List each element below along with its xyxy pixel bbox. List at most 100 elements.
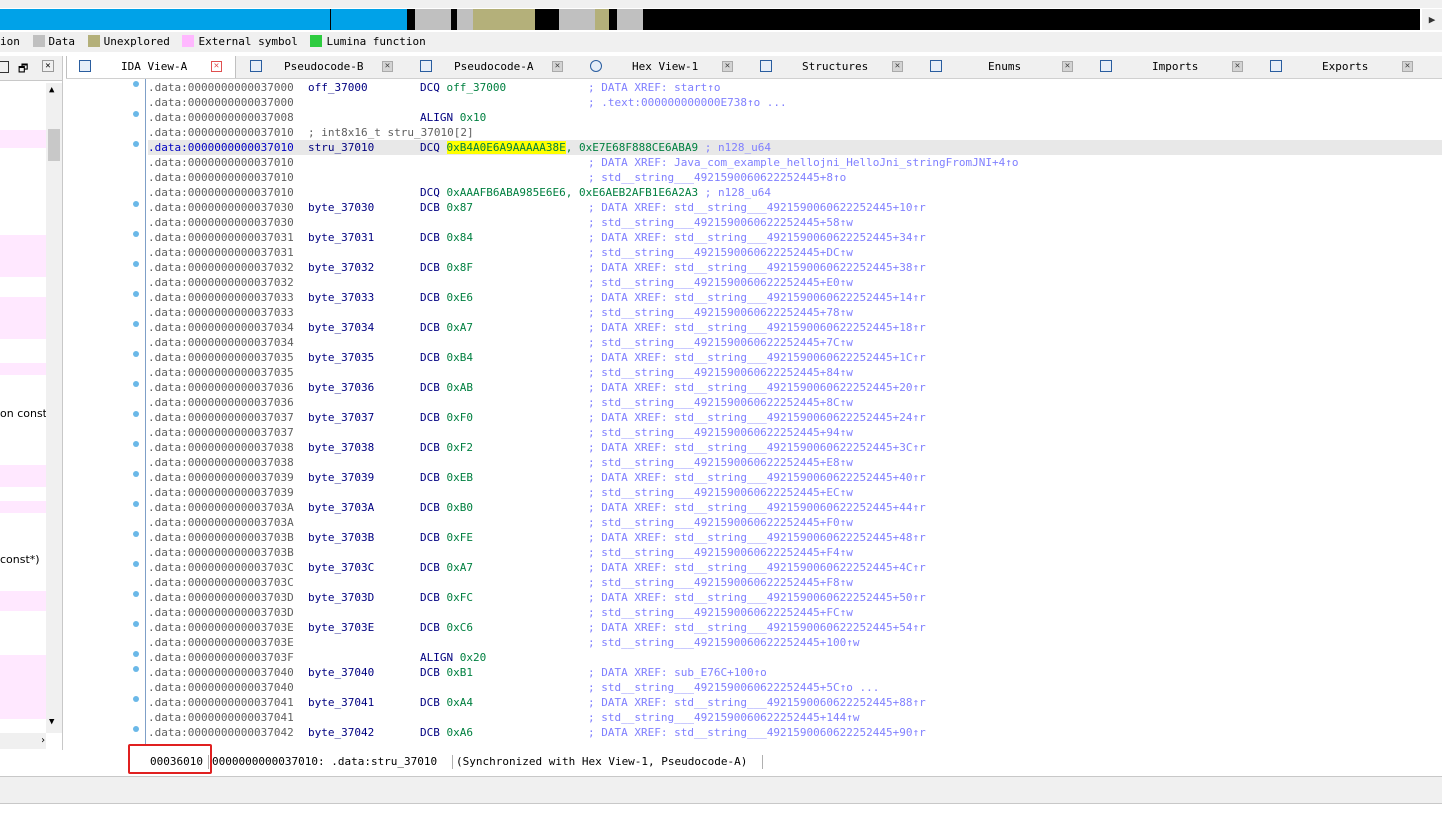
horizontal-scrollbar[interactable]: › (0, 733, 46, 749)
line-instruction[interactable]: DCB 0x8F (420, 260, 473, 275)
listing-line[interactable]: .data:0000000000037038 byte_37038 DCB 0xF2… (148, 440, 1442, 455)
listing-line[interactable]: .data:0000000000037010 DCQ 0xAAAFB6ABA985… (148, 185, 1442, 200)
breakpoint-dot-icon[interactable] (133, 141, 139, 147)
line-instruction[interactable]: ALIGN 0x10 (420, 110, 486, 125)
line-address[interactable]: .data:0000000000037035 (148, 350, 294, 365)
listing-line[interactable]: .data:0000000000037032 ; std__string___49… (148, 275, 1442, 290)
line-address[interactable]: .data:000000000003703B (148, 530, 294, 545)
line-instruction[interactable]: DCB 0xB1 (420, 665, 473, 680)
function-list[interactable]: on const const*) (0, 83, 46, 733)
list-item[interactable] (0, 465, 46, 487)
list-item[interactable] (0, 363, 46, 375)
listing-line[interactable]: .data:0000000000037037 byte_37037 DCB 0xF0… (148, 410, 1442, 425)
mnemonic[interactable]: ALIGN (420, 111, 453, 124)
tab-imports[interactable]: Imports ✕ (1088, 56, 1256, 78)
line-address[interactable]: .data:0000000000037036 (148, 380, 294, 395)
listing-line[interactable]: .data:0000000000037042 byte_37042 DCB 0xA6… (148, 725, 1442, 740)
operand[interactable]: 0xA6 (447, 726, 474, 739)
listing-line[interactable]: .data:0000000000037034 ; std__string___49… (148, 335, 1442, 350)
tab-ida-view-a[interactable]: IDA View-A ✕ (66, 56, 236, 78)
line-label[interactable]: byte_37030 (308, 200, 374, 215)
mnemonic[interactable]: DCB (420, 726, 440, 739)
operand[interactable]: 0xAAAFB6ABA985E6E6, 0xE6AEB2AFB1E6A2A3 (447, 186, 699, 199)
tab-exports[interactable]: Exports ✕ (1258, 56, 1426, 78)
line-label[interactable]: byte_37040 (308, 665, 374, 680)
line-instruction[interactable]: DCB 0xA6 (420, 725, 473, 740)
listing-line[interactable]: .data:0000000000037039 ; std__string___49… (148, 485, 1442, 500)
operand[interactable]: 0xC6 (447, 621, 474, 634)
operand[interactable]: 0xB4 (447, 351, 474, 364)
mnemonic[interactable]: DCB (420, 561, 440, 574)
mnemonic[interactable]: DCB (420, 291, 440, 304)
line-label[interactable]: byte_37039 (308, 470, 374, 485)
line-label[interactable]: byte_3703D (308, 590, 374, 605)
operand-highlighted[interactable]: 0xB4A0E6A9AAAAA38E (446, 141, 566, 154)
listing-line[interactable]: .data:0000000000037030 byte_37030 DCB 0x87… (148, 200, 1442, 215)
line-label[interactable]: byte_37035 (308, 350, 374, 365)
listing-line[interactable]: .data:0000000000037033 byte_37033 DCB 0xE6… (148, 290, 1442, 305)
line-instruction[interactable]: DCB 0xF0 (420, 410, 473, 425)
listing-line[interactable]: .data:0000000000037008 ALIGN 0x10 (148, 110, 1442, 125)
line-address[interactable]: .data:0000000000037000 (148, 80, 294, 95)
listing-line[interactable]: .data:000000000003703C ; std__string___49… (148, 575, 1442, 590)
line-address[interactable]: .data:0000000000037037 (148, 425, 294, 440)
breakpoint-dot-icon[interactable] (133, 591, 139, 597)
breakpoint-dot-icon[interactable] (133, 351, 139, 357)
operand[interactable]: 0xA4 (447, 696, 474, 709)
breakpoint-dot-icon[interactable] (133, 501, 139, 507)
line-address[interactable]: .data:000000000003703B (148, 545, 294, 560)
line-label[interactable]: byte_3703A (308, 500, 374, 515)
line-instruction[interactable]: DCB 0xFC (420, 590, 473, 605)
line-address[interactable]: .data:000000000003703A (148, 515, 294, 530)
mnemonic[interactable]: DCQ (420, 81, 440, 94)
line-instruction[interactable]: DCB 0xFE (420, 530, 473, 545)
breakpoint-dot-icon[interactable] (133, 441, 139, 447)
operand[interactable]: 0x20 (460, 651, 487, 664)
mnemonic[interactable]: DCB (420, 591, 440, 604)
list-item[interactable] (0, 501, 46, 513)
listing-line[interactable]: .data:0000000000037031 ; std__string___49… (148, 245, 1442, 260)
breakpoint-dot-icon[interactable] (133, 381, 139, 387)
mnemonic[interactable]: DCB (420, 381, 440, 394)
line-address[interactable]: .data:000000000003703E (148, 620, 294, 635)
breakpoint-dot-icon[interactable] (133, 561, 139, 567)
line-label[interactable]: byte_37033 (308, 290, 374, 305)
listing-line[interactable]: .data:0000000000037032 byte_37032 DCB 0x8F… (148, 260, 1442, 275)
list-item[interactable] (0, 130, 46, 148)
line-address[interactable]: .data:0000000000037040 (148, 665, 294, 680)
line-label[interactable]: byte_37031 (308, 230, 374, 245)
mnemonic[interactable]: DCB (420, 321, 440, 334)
line-address[interactable]: .data:000000000003703D (148, 590, 294, 605)
scrollbar-thumb[interactable] (48, 129, 60, 161)
line-address[interactable]: .data:0000000000037010 (148, 170, 294, 185)
listing-line[interactable]: .data:0000000000037010 ; int8x16_t stru_3… (148, 125, 1442, 140)
listing-line[interactable]: .data:0000000000037041 ; std__string___49… (148, 710, 1442, 725)
tab-pseudocode-b[interactable]: Pseudocode-B ✕ (238, 56, 406, 78)
listing-line[interactable]: .data:000000000003703A ; std__string___49… (148, 515, 1442, 530)
line-instruction[interactable]: DCQ 0xB4A0E6A9AAAAA38E, 0xE7E68F888CE6AB… (420, 140, 771, 155)
scroll-up-icon[interactable]: ▲ (49, 85, 54, 95)
line-address[interactable]: .data:0000000000037039 (148, 470, 294, 485)
mnemonic[interactable]: DCB (420, 261, 440, 274)
line-address[interactable]: .data:0000000000037030 (148, 200, 294, 215)
line-address[interactable]: .data:0000000000037037 (148, 410, 294, 425)
listing-lines[interactable]: .data:0000000000037000 off_37000 DCQ off_3… (148, 79, 1442, 745)
line-instruction[interactable]: DCQ off_37000 (420, 80, 506, 95)
tab-enums[interactable]: Enums ✕ (918, 56, 1086, 78)
line-address[interactable]: .data:0000000000037041 (148, 710, 294, 725)
line-label[interactable]: byte_37042 (308, 725, 374, 740)
mnemonic[interactable]: DCB (420, 441, 440, 454)
mnemonic[interactable]: DCB (420, 531, 440, 544)
line-address[interactable]: .data:0000000000037031 (148, 230, 294, 245)
listing-line[interactable]: .data:000000000003703F ALIGN 0x20 (148, 650, 1442, 665)
listing-line[interactable]: .data:0000000000037037 ; std__string___49… (148, 425, 1442, 440)
line-address[interactable]: .data:0000000000037036 (148, 395, 294, 410)
line-instruction[interactable]: DCB 0xB0 (420, 500, 473, 515)
line-instruction[interactable]: DCB 0x87 (420, 200, 473, 215)
listing-line[interactable]: .data:0000000000037031 byte_37031 DCB 0x84… (148, 230, 1442, 245)
operand[interactable]: 0x8F (447, 261, 474, 274)
listing-line[interactable]: .data:0000000000037000 off_37000 DCQ off_3… (148, 80, 1442, 95)
tab-structures[interactable]: Structures ✕ (748, 56, 916, 78)
line-address[interactable]: .data:0000000000037038 (148, 440, 294, 455)
listing-line[interactable]: .data:0000000000037041 byte_37041 DCB 0xA4… (148, 695, 1442, 710)
